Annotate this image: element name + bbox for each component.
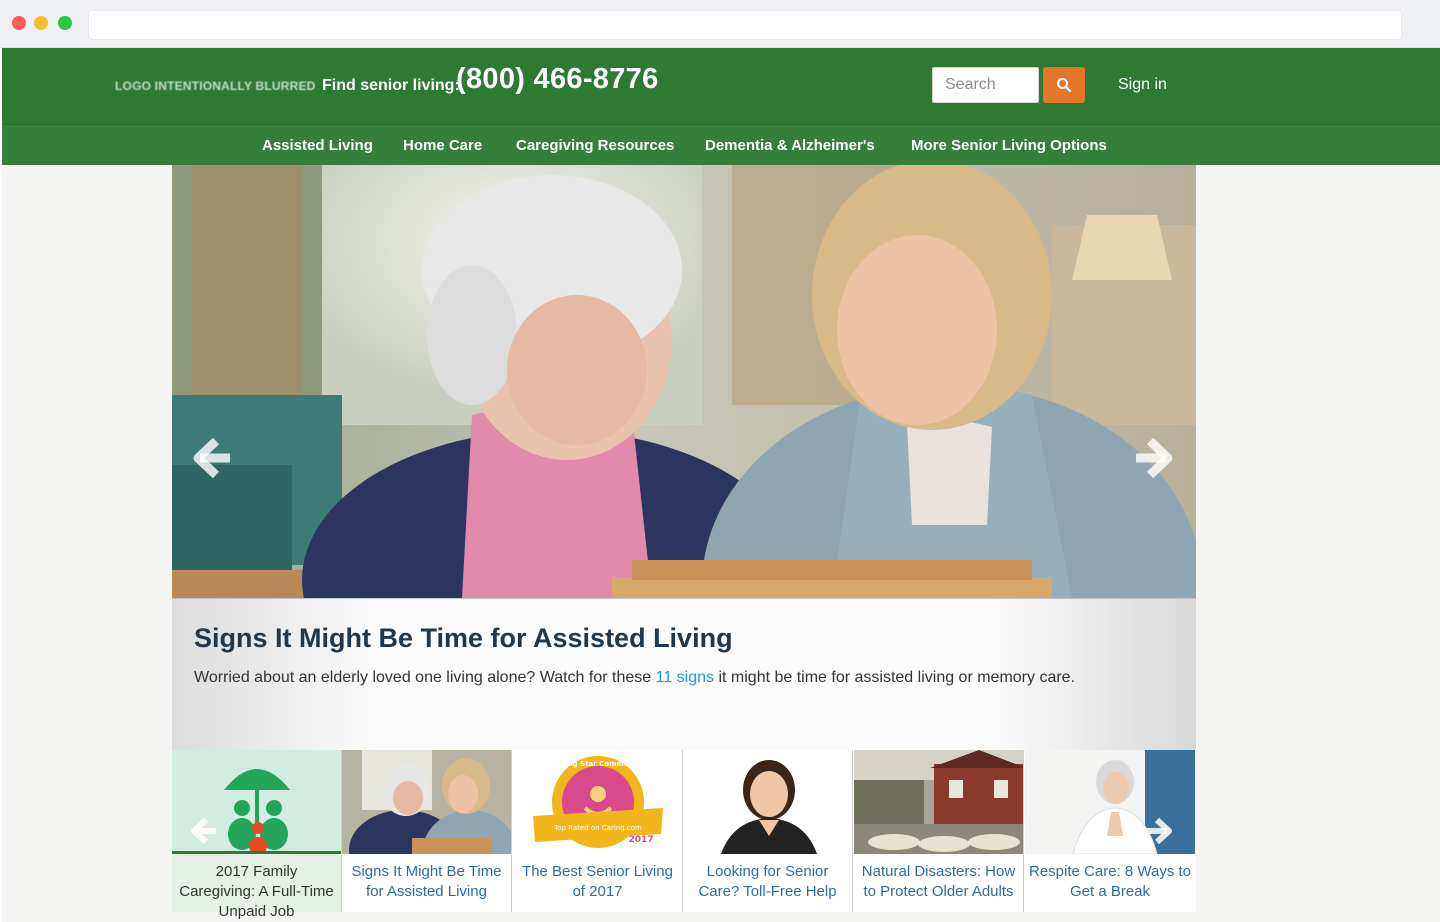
feature-title[interactable]: Signs It Might Be Time for Assisted Livi… — [194, 623, 733, 654]
thumbnail-label: The Best Senior Living of 2017 — [522, 863, 673, 900]
feature-description: Worried about an elderly loved one livin… — [194, 669, 1075, 687]
feature-link[interactable]: 11 signs — [656, 669, 714, 686]
thumbnail-label: Natural Disasters: How to Protect Older … — [861, 863, 1016, 900]
feature-caption: Signs It Might Be Time for Assisted Livi… — [172, 598, 1196, 750]
thumbnails-next-arrow-icon[interactable] — [1145, 815, 1177, 847]
close-window-button[interactable] — [12, 16, 26, 30]
thumbnail-best-senior-living[interactable]: Caring Star Community Top Rated on Carin… — [513, 750, 683, 912]
caring-star-badge-icon: Caring Star Community Top Rated on Carin… — [533, 756, 663, 848]
thumbnail-photo — [342, 750, 511, 854]
site-logo[interactable]: LOGO INTENTIONALLY BLURRED — [115, 79, 316, 93]
thumbnail-signs-assisted-living[interactable]: Signs It Might Be Time for Assisted Livi… — [342, 750, 512, 912]
hero-next-arrow-icon[interactable] — [1130, 433, 1180, 483]
thumbnails-prev-arrow-icon[interactable] — [186, 815, 218, 847]
badge-community-text: Caring Star Community — [552, 760, 644, 768]
feature-text-after: it might be time for assisted living or … — [714, 669, 1076, 686]
thumbnail-photo — [683, 750, 852, 854]
thumbnail-image — [683, 750, 852, 854]
hero-photo — [172, 165, 1196, 598]
maximize-window-button[interactable] — [58, 16, 72, 30]
nav-item-more-senior-living-options[interactable]: More Senior Living Options — [911, 137, 1107, 154]
thumbnail-respite-care[interactable]: Respite Care: 8 Ways to Get a Break — [1025, 750, 1195, 912]
thumbnail-photo — [854, 750, 1023, 854]
badge-top-rated-text: Top Rated on Caring.com — [553, 824, 642, 832]
find-senior-living-label: Find senior living: — [322, 77, 460, 94]
thumbnail-label: 2017 Family Caregiving: A Full-Time Unpa… — [179, 863, 334, 920]
sign-in-link[interactable]: Sign in — [1118, 76, 1167, 94]
search-input[interactable] — [932, 67, 1039, 103]
hero-prev-arrow-icon[interactable] — [186, 433, 236, 483]
phone-number[interactable]: (800) 466-8776 — [456, 63, 659, 96]
feature-text-before: Worried about an elderly loved one livin… — [194, 669, 656, 686]
nav-item-caregiving-resources[interactable]: Caregiving Resources — [516, 137, 674, 154]
thumbnail-image: Caring Star Community Top Rated on Carin… — [513, 750, 682, 854]
thumbnail-natural-disasters[interactable]: Natural Disasters: How to Protect Older … — [854, 750, 1024, 912]
thumbnail-label: Looking for Senior Care? Toll-Free Help — [698, 863, 837, 900]
nav-item-assisted-living[interactable]: Assisted Living — [262, 137, 373, 154]
badge-year-text: 2017 — [628, 835, 653, 845]
nav-item-home-care[interactable]: Home Care — [403, 137, 482, 154]
minimize-window-button[interactable] — [34, 16, 48, 30]
address-bar[interactable] — [88, 10, 1402, 40]
thumbnail-image — [854, 750, 1023, 854]
browser-chrome — [0, 0, 1440, 48]
search-icon — [1057, 78, 1072, 93]
thumbnail-strip: 2017 Family Caregiving: A Full-Time Unpa… — [172, 750, 1196, 920]
search-button[interactable] — [1043, 67, 1085, 103]
nav-item-dementia-alzheimers[interactable]: Dementia & Alzheimer's — [705, 137, 875, 154]
thumbnail-label: Respite Care: 8 Ways to Get a Break — [1029, 863, 1192, 900]
main-nav: Assisted Living Home Care Caregiving Res… — [2, 124, 1440, 165]
thumbnail-label: Signs It Might Be Time for Assisted Livi… — [351, 863, 502, 900]
site-header: LOGO INTENTIONALLY BLURRED Find senior l… — [2, 48, 1440, 124]
hero-carousel — [172, 165, 1196, 598]
thumbnail-family-caregiving[interactable]: 2017 Family Caregiving: A Full-Time Unpa… — [172, 750, 342, 920]
thumbnail-image — [342, 750, 511, 854]
thumbnail-toll-free-help[interactable]: Looking for Senior Care? Toll-Free Help — [683, 750, 853, 912]
